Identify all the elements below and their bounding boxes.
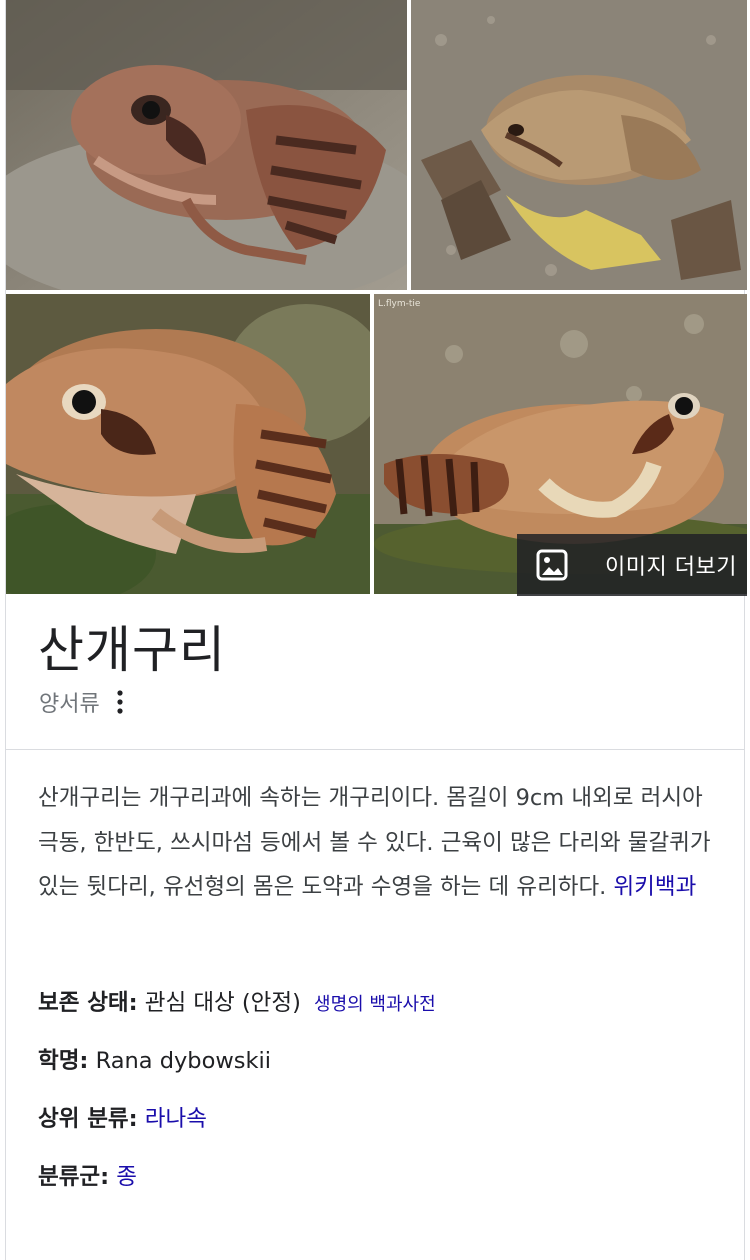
entity-subtitle-row: 양서류 xyxy=(39,686,126,718)
photo-watermark: L.flym-tie xyxy=(378,299,421,309)
fact-scientific-name: 학명: Rana dybowskii xyxy=(38,1043,271,1075)
more-images-button[interactable]: 이미지 더보기 xyxy=(517,534,747,596)
more-vert-icon[interactable] xyxy=(114,687,126,717)
wikipedia-link[interactable]: 위키백과 xyxy=(613,874,696,900)
source-link[interactable]: 생명의 백과사전 xyxy=(314,994,436,1015)
fact-label: 보존 상태: xyxy=(38,990,138,1016)
fact-label: 학명: xyxy=(38,1048,89,1074)
taxon-rank-link[interactable]: 종 xyxy=(116,1164,137,1190)
section-divider xyxy=(6,749,744,750)
fact-parent-taxon: 상위 분류: 라나속 xyxy=(38,1101,207,1133)
more-images-label: 이미지 더보기 xyxy=(605,555,737,580)
entity-subtitle: 양서류 xyxy=(39,692,100,717)
fact-label: 분류군: xyxy=(38,1164,110,1190)
entity-description: 산개구리는 개구리과에 속하는 개구리이다. 몸길이 9cm 내외로 러시아 극… xyxy=(38,776,718,910)
fact-value: Rana dybowskii xyxy=(95,1048,271,1074)
knowledge-panel: L.flym-tie 이미지 더보기 산개구리 양서류 산개구리는 개구리과에 … xyxy=(5,0,747,1260)
description-text: 산개구리는 개구리과에 속하는 개구리이다. 몸길이 9cm 내외로 러시아 극… xyxy=(38,785,711,900)
frog-image-3[interactable] xyxy=(6,294,370,594)
fact-taxon-rank: 분류군: 종 xyxy=(38,1159,137,1191)
parent-taxon-link[interactable]: 라나속 xyxy=(145,1106,207,1132)
frog-photo-3 xyxy=(6,294,370,594)
frog-photo-1 xyxy=(6,0,407,290)
fact-label: 상위 분류: xyxy=(38,1106,138,1132)
fact-value: 관심 대상 (안정) xyxy=(144,990,301,1016)
frog-photo-2 xyxy=(411,0,747,290)
frog-image-2[interactable] xyxy=(411,0,747,290)
frog-image-1[interactable] xyxy=(6,0,407,290)
entity-title: 산개구리 xyxy=(38,621,226,679)
image-icon xyxy=(536,549,568,581)
fact-conservation-status: 보존 상태: 관심 대상 (안정) 생명의 백과사전 xyxy=(38,985,436,1017)
